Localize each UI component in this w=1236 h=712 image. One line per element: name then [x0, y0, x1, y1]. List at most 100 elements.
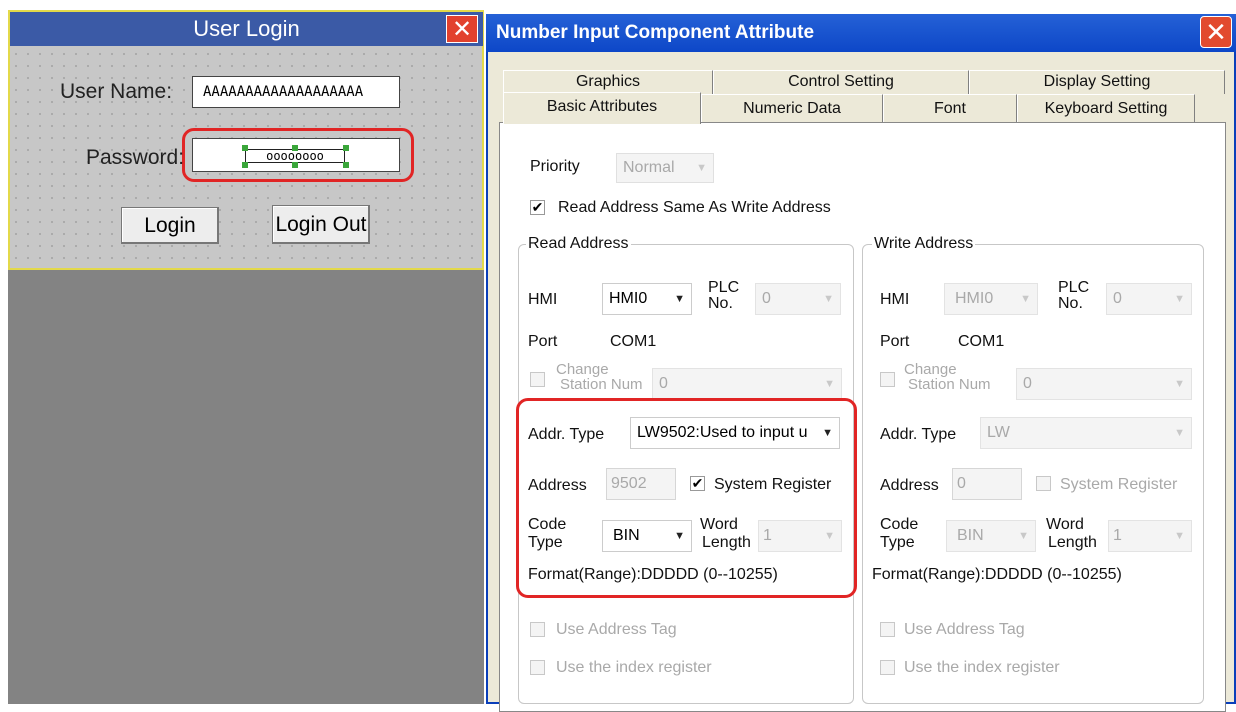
- read-hmi-select[interactable]: HMI0 ▼: [602, 283, 692, 315]
- selection-handle[interactable]: [292, 145, 298, 151]
- write-plc-label-line2: No.: [1058, 295, 1083, 312]
- chevron-down-icon: ▼: [1174, 530, 1185, 542]
- write-addr-type-select[interactable]: LW ▼: [980, 417, 1192, 449]
- chevron-down-icon: ▼: [824, 530, 835, 542]
- tab-numeric-data[interactable]: Numeric Data: [701, 94, 883, 122]
- write-code-type-value: BIN: [957, 527, 984, 544]
- write-plc-select[interactable]: 0 ▼: [1106, 283, 1192, 315]
- write-code-label-line2: Type: [880, 534, 915, 551]
- read-plc-label-line1: PLC: [708, 279, 740, 296]
- password-label: Password:: [86, 146, 185, 169]
- write-plc-label: PLC No.: [1058, 280, 1089, 312]
- read-word-length-select[interactable]: 1 ▼: [758, 520, 842, 552]
- user-name-label: User Name:: [60, 80, 173, 103]
- workspace-background: [8, 270, 484, 704]
- write-system-register-label: System Register: [1060, 476, 1178, 493]
- read-address-title: Read Address: [526, 235, 631, 253]
- selection-handle[interactable]: [242, 145, 248, 151]
- read-addr-type-value: LW9502:Used to input u: [637, 424, 808, 441]
- write-code-label-line1: Code: [880, 516, 919, 533]
- write-addr-type-label: Addr. Type: [880, 426, 957, 443]
- tab-font[interactable]: Font: [883, 94, 1017, 122]
- write-address-label: Address: [880, 477, 939, 494]
- tab-control-setting[interactable]: Control Setting: [713, 70, 969, 94]
- write-change-station-select[interactable]: 0 ▼: [1016, 368, 1192, 400]
- write-hmi-label: HMI: [880, 291, 910, 308]
- read-use-index-checkbox[interactable]: [530, 660, 545, 675]
- chevron-down-icon: ▼: [822, 427, 833, 439]
- read-port-label: Port: [528, 333, 558, 350]
- write-port-value: COM1: [958, 333, 1005, 350]
- write-format-range: Format(Range):DDDDD (0--10255): [872, 566, 1122, 583]
- selection-handle[interactable]: [343, 145, 349, 151]
- read-port-value: COM1: [610, 333, 657, 350]
- read-code-type-value: BIN: [613, 527, 640, 544]
- read-plc-label: PLC No.: [708, 280, 739, 312]
- write-use-index-checkbox[interactable]: [880, 660, 895, 675]
- write-hmi-value: HMI0: [955, 290, 994, 307]
- write-change-label-line1: Change: [904, 361, 957, 378]
- read-address-value: 9502: [611, 475, 647, 492]
- user-name-input[interactable]: AAAAAAAAAAAAAAAAAAA: [192, 76, 400, 108]
- write-hmi-select[interactable]: HMI0 ▼: [944, 283, 1038, 315]
- read-change-station-value: 0: [659, 375, 668, 392]
- read-code-type-select[interactable]: BIN ▼: [602, 520, 692, 552]
- write-address-input[interactable]: 0: [952, 468, 1022, 500]
- read-plc-select[interactable]: 0 ▼: [755, 283, 841, 315]
- write-plc-value: 0: [1113, 290, 1122, 307]
- write-change-station-checkbox[interactable]: [880, 372, 895, 387]
- read-change-station-select[interactable]: 0 ▼: [652, 368, 842, 400]
- write-word-length-value: 1: [1113, 527, 1122, 544]
- write-addr-type-value: LW: [987, 424, 1010, 441]
- write-word-length-select[interactable]: 1 ▼: [1108, 520, 1192, 552]
- tab-keyboard-setting[interactable]: Keyboard Setting: [1017, 94, 1195, 122]
- read-address-label: Address: [528, 477, 587, 494]
- write-code-type-select[interactable]: BIN ▼: [946, 520, 1036, 552]
- chevron-down-icon: ▼: [1020, 293, 1031, 305]
- write-use-address-tag-checkbox[interactable]: [880, 622, 895, 637]
- chevron-down-icon: ▼: [674, 530, 685, 542]
- read-same-checkbox[interactable]: ✔: [530, 200, 545, 215]
- read-address-input[interactable]: 9502: [606, 468, 676, 500]
- read-addr-type-select[interactable]: LW9502:Used to input u ▼: [630, 417, 840, 449]
- read-change-station-checkbox[interactable]: [530, 372, 545, 387]
- read-change-station-label: Change Station Num: [556, 362, 643, 392]
- write-change-label-line2: Station Num: [908, 376, 991, 393]
- login-window-title: User Login: [10, 12, 483, 46]
- read-system-register-checkbox[interactable]: ✔: [690, 476, 705, 491]
- read-code-label-line2: Type: [528, 534, 563, 551]
- tab-graphics[interactable]: Graphics: [503, 70, 713, 94]
- tab-basic-attributes[interactable]: Basic Attributes: [503, 92, 701, 124]
- chevron-down-icon: ▼: [823, 293, 834, 305]
- write-use-address-tag-label: Use Address Tag: [904, 621, 1025, 638]
- login-button[interactable]: Login: [121, 207, 219, 244]
- tab-display-setting[interactable]: Display Setting: [969, 70, 1225, 94]
- write-address-title: Write Address: [872, 235, 976, 253]
- write-code-type-label: Code Type: [880, 516, 918, 552]
- close-icon[interactable]: ✕: [1200, 16, 1232, 48]
- password-input[interactable]: oooooooo: [192, 138, 400, 172]
- chevron-down-icon: ▼: [674, 293, 685, 305]
- read-plc-value: 0: [762, 290, 771, 307]
- write-word-length-label: Word Length: [1046, 516, 1097, 552]
- write-address-value: 0: [957, 475, 966, 492]
- login-out-button[interactable]: Login Out: [272, 205, 370, 244]
- write-system-register-checkbox[interactable]: [1036, 476, 1051, 491]
- close-icon[interactable]: ✕: [446, 15, 478, 43]
- priority-label: Priority: [530, 158, 580, 175]
- read-use-index-label: Use the index register: [556, 659, 712, 676]
- read-format-range: Format(Range):DDDDD (0--10255): [528, 566, 778, 583]
- read-change-label-line1: Change: [556, 361, 609, 378]
- write-change-station-label: Change Station Num: [904, 362, 991, 392]
- selection-handle[interactable]: [343, 162, 349, 168]
- read-word-length-value: 1: [763, 527, 772, 544]
- selection-handle[interactable]: [242, 162, 248, 168]
- write-change-station-value: 0: [1023, 375, 1032, 392]
- write-word-label-line2: Length: [1048, 534, 1097, 551]
- selection-handle[interactable]: [292, 162, 298, 168]
- read-code-label-line1: Code: [528, 516, 567, 533]
- read-use-address-tag-checkbox[interactable]: [530, 622, 545, 637]
- read-word-length-label: Word Length: [700, 516, 751, 552]
- priority-value: Normal: [623, 159, 675, 176]
- priority-select[interactable]: Normal ▼: [616, 153, 714, 183]
